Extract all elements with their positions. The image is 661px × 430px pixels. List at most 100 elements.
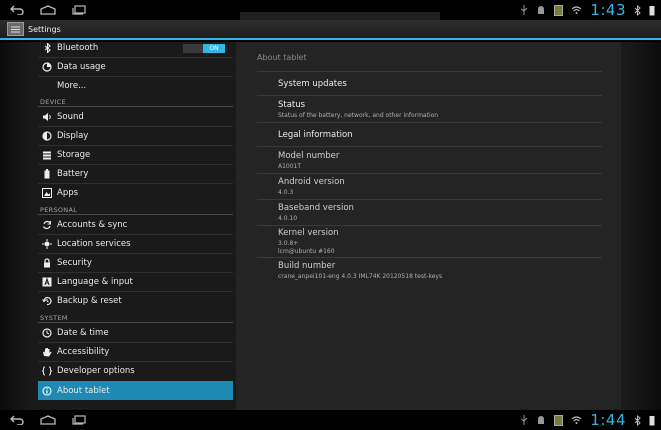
divider bbox=[38, 253, 233, 254]
settings-item-storage[interactable]: Storage bbox=[38, 148, 233, 162]
bluetooth-toggle[interactable]: ON bbox=[183, 43, 225, 53]
settings-item-display[interactable]: Display bbox=[38, 129, 233, 143]
settings-app-icon[interactable] bbox=[7, 22, 24, 36]
settings-item-about-tablet[interactable]: About tablet bbox=[38, 381, 233, 400]
legal-information-item[interactable]: Legal information bbox=[278, 130, 353, 140]
storage-icon bbox=[42, 150, 52, 160]
recent-apps-icon[interactable] bbox=[72, 415, 86, 425]
settings-item-label: Bluetooth bbox=[57, 43, 99, 53]
divider bbox=[38, 361, 233, 362]
divider bbox=[38, 76, 233, 77]
section-divider bbox=[38, 106, 233, 107]
item-title: Build number bbox=[278, 261, 336, 271]
top-bar-blank bbox=[240, 12, 440, 20]
android-version-item[interactable]: Android version 4.0.3 bbox=[278, 177, 345, 197]
settings-list: Bluetooth ON Data usage More... DEVICE S… bbox=[38, 42, 233, 402]
battery-settings-icon bbox=[42, 169, 52, 179]
divider bbox=[257, 146, 602, 147]
settings-item-developer-options[interactable]: Developer options bbox=[38, 364, 233, 378]
sync-icon bbox=[42, 220, 52, 230]
divider bbox=[38, 145, 233, 146]
back-icon[interactable] bbox=[10, 415, 24, 425]
language-icon bbox=[42, 277, 52, 287]
settings-item-label: Apps bbox=[57, 188, 79, 198]
settings-item-bluetooth[interactable]: Bluetooth ON bbox=[38, 42, 233, 54]
settings-item-label: More... bbox=[57, 81, 87, 91]
display-brightness-icon bbox=[42, 131, 52, 141]
item-title: Android version bbox=[278, 177, 345, 187]
settings-item-accounts-sync[interactable]: Accounts & sync bbox=[38, 218, 233, 232]
home-icon[interactable] bbox=[40, 415, 56, 425]
divider bbox=[257, 122, 602, 123]
item-value: A1001T bbox=[278, 163, 302, 170]
settings-item-apps[interactable]: Apps bbox=[38, 186, 233, 200]
settings-item-label: Display bbox=[57, 131, 89, 141]
usb-icon bbox=[520, 414, 528, 426]
settings-item-language[interactable]: Language & input bbox=[38, 275, 233, 289]
system-updates-item[interactable]: System updates bbox=[278, 79, 347, 89]
android-debug-icon bbox=[536, 5, 546, 15]
usb-icon bbox=[520, 4, 528, 16]
info-icon bbox=[42, 385, 52, 396]
settings-item-label: Battery bbox=[57, 169, 89, 179]
bottom-system-bar: 1:44 bbox=[0, 410, 661, 430]
settings-item-label: Date & time bbox=[57, 328, 109, 338]
item-title: Status bbox=[278, 100, 306, 110]
speaker-icon bbox=[42, 112, 52, 122]
status-item[interactable]: Status Status of the battery, network, a… bbox=[278, 100, 438, 120]
settings-item-label: Data usage bbox=[57, 62, 106, 72]
settings-item-label: Backup & reset bbox=[57, 296, 122, 306]
lock-icon bbox=[42, 258, 52, 268]
recent-apps-icon[interactable] bbox=[72, 5, 86, 15]
divider bbox=[38, 57, 233, 58]
hand-icon bbox=[42, 347, 52, 357]
settings-item-location[interactable]: Location services bbox=[38, 237, 233, 251]
clock-top: 1:43 bbox=[590, 1, 626, 19]
settings-item-date-time[interactable]: Date & time bbox=[38, 326, 233, 340]
item-value: 4.0.3 bbox=[278, 189, 294, 196]
item-value: 4.0.10 bbox=[278, 215, 298, 222]
settings-item-battery[interactable]: Battery bbox=[38, 167, 233, 181]
settings-content: Bluetooth ON Data usage More... DEVICE S… bbox=[0, 42, 661, 410]
settings-item-data-usage[interactable]: Data usage bbox=[38, 60, 233, 74]
settings-item-sound[interactable]: Sound bbox=[38, 110, 233, 124]
divider bbox=[38, 183, 233, 184]
settings-item-more[interactable]: More... bbox=[38, 79, 233, 93]
item-title: Model number bbox=[278, 151, 340, 161]
item-title: Kernel version bbox=[278, 228, 339, 238]
divider bbox=[257, 257, 602, 258]
section-header-personal: PERSONAL bbox=[40, 206, 78, 214]
battery-icon bbox=[649, 415, 655, 426]
divider bbox=[38, 126, 233, 127]
build-number-item[interactable]: Build number crane_anpei101-eng 4.0.3 IM… bbox=[278, 261, 442, 281]
item-value: crane_anpei101-eng 4.0.3 IML74K 20120518… bbox=[278, 273, 443, 280]
location-icon bbox=[42, 239, 52, 249]
kernel-version-item: Kernel version 3.0.8+ lcm@ubuntu #160 bbox=[278, 228, 339, 256]
android-debug-icon bbox=[536, 415, 546, 425]
settings-item-backup-reset[interactable]: Backup & reset bbox=[38, 294, 233, 308]
settings-item-security[interactable]: Security bbox=[38, 256, 233, 270]
title-divider bbox=[257, 71, 602, 72]
settings-item-label: Language & input bbox=[57, 277, 133, 287]
divider bbox=[38, 291, 233, 292]
battery-icon bbox=[649, 5, 655, 16]
bluetooth-icon bbox=[42, 43, 52, 53]
action-bar: Settings bbox=[0, 20, 661, 40]
item-value: 3.0.8+ bbox=[278, 240, 299, 247]
settings-item-label: About tablet bbox=[57, 385, 110, 396]
app-title: Settings bbox=[28, 24, 61, 34]
divider bbox=[257, 225, 602, 226]
wifi-icon bbox=[571, 5, 582, 15]
data-usage-icon bbox=[42, 62, 52, 72]
home-icon[interactable] bbox=[40, 5, 56, 15]
model-number-item: Model number A1001T bbox=[278, 151, 339, 171]
back-icon[interactable] bbox=[10, 5, 24, 15]
sd-card-icon bbox=[554, 414, 564, 426]
wifi-icon bbox=[571, 415, 582, 425]
settings-item-accessibility[interactable]: Accessibility bbox=[38, 345, 233, 359]
divider bbox=[257, 95, 602, 96]
section-divider bbox=[38, 322, 233, 323]
sd-card-icon bbox=[554, 4, 564, 16]
settings-item-label: Accessibility bbox=[57, 347, 110, 357]
divider bbox=[38, 234, 233, 235]
